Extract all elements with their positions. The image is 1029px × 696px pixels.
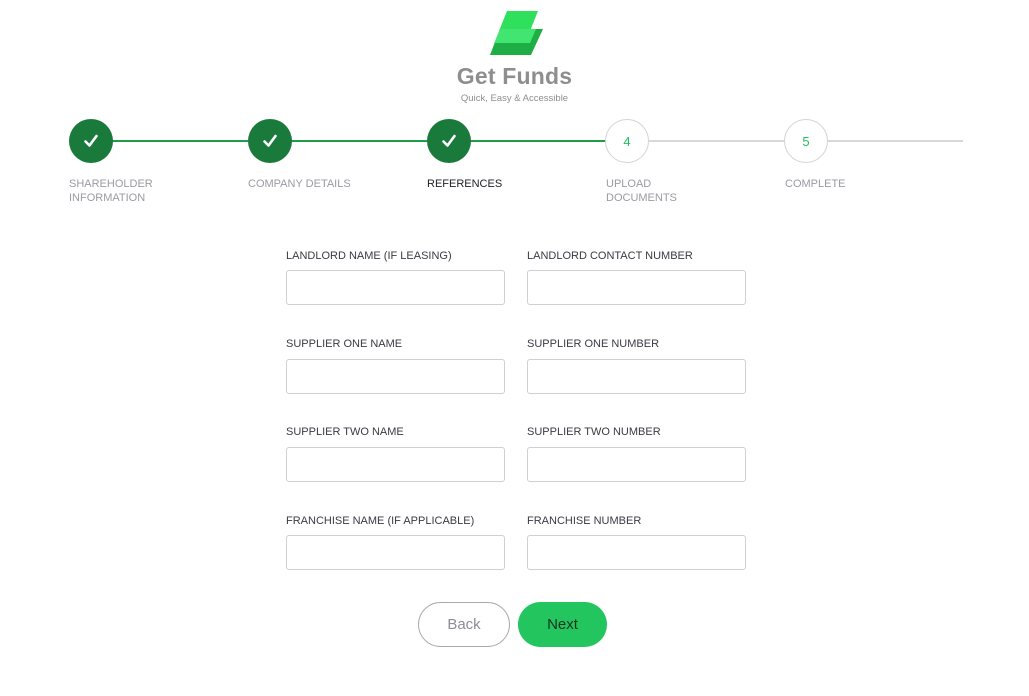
step-4-number: 4 (623, 133, 631, 149)
landlord-contact-number-input[interactable] (527, 270, 746, 305)
step-5-circle[interactable]: 5 (784, 119, 828, 163)
step-5-label: COMPLETE (785, 178, 846, 190)
step-2-circle[interactable] (248, 119, 292, 163)
step-4-label: UPLOAD DOCUMENTS (606, 178, 677, 204)
step-3-label: REFERENCES (427, 178, 503, 190)
landlord-name-input[interactable] (286, 270, 505, 305)
step-1-circle[interactable] (69, 119, 113, 163)
step-3-circle[interactable] (427, 119, 471, 163)
brand-tagline: Quick, Easy & Accessible (460, 93, 569, 104)
franchise-number-input[interactable] (527, 535, 746, 570)
franchise-name-input[interactable] (286, 535, 505, 570)
references-step-page: Get Funds Quick, Easy & Accessible SHARE… (0, 0, 1029, 696)
landlord-contact-number-label: LANDLORD CONTACT NUMBER (527, 250, 693, 262)
check-icon (84, 134, 98, 147)
supplier-one-number-label: SUPPLIER ONE NUMBER (527, 338, 660, 350)
landlord-name-label: LANDLORD NAME (IF LEASING) (286, 250, 452, 262)
step-connector-3 (470, 140, 606, 142)
supplier-two-name-input[interactable] (286, 447, 505, 482)
check-icon (442, 134, 456, 147)
step-connector-2 (291, 140, 427, 142)
step-1-label: SHAREHOLDER INFORMATION (69, 178, 153, 204)
step-connector-1 (112, 140, 248, 142)
check-icon (263, 134, 277, 147)
supplier-two-number-label: SUPPLIER TWO NUMBER (527, 426, 661, 438)
supplier-one-number-input[interactable] (527, 359, 746, 394)
brand-name: Get Funds (456, 63, 573, 89)
supplier-one-name-input[interactable] (286, 359, 505, 394)
step-4-circle[interactable]: 4 (605, 119, 649, 163)
supplier-two-name-label: SUPPLIER TWO NAME (286, 426, 404, 438)
get-funds-logo-icon (490, 11, 543, 55)
supplier-one-name-label: SUPPLIER ONE NAME (286, 338, 403, 350)
next-button[interactable]: Next (518, 602, 607, 647)
back-button[interactable]: Back (418, 602, 510, 647)
step-connector-4 (649, 140, 785, 142)
step-connector-5 (828, 140, 963, 142)
franchise-number-label: FRANCHISE NUMBER (527, 515, 642, 527)
step-2-label: COMPANY DETAILS (248, 178, 351, 190)
supplier-two-number-input[interactable] (527, 447, 746, 482)
franchise-name-label: FRANCHISE NAME (IF APPLICABLE) (286, 515, 475, 527)
step-5-number: 5 (802, 133, 810, 149)
